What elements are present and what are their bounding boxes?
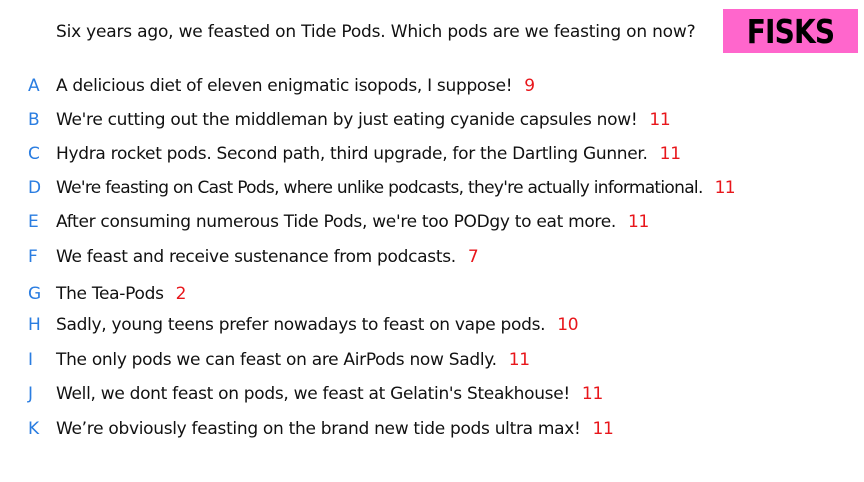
answer-letter: A bbox=[28, 76, 40, 96]
answer-text: We feast and receive sustenance from pod… bbox=[56, 247, 456, 267]
answer-letter: I bbox=[28, 350, 33, 370]
answer-text: We're cutting out the middleman by just … bbox=[56, 110, 638, 130]
fisks-logo: FISKS bbox=[723, 9, 858, 53]
answer-letter: B bbox=[28, 110, 40, 130]
answer-letter: E bbox=[28, 212, 39, 232]
answer-text: A delicious diet of eleven enigmatic iso… bbox=[56, 76, 513, 96]
answer-score: 11 bbox=[592, 419, 614, 439]
answer-score: 11 bbox=[714, 178, 736, 198]
answer-score: 11 bbox=[581, 384, 603, 404]
answer-letter: D bbox=[28, 178, 41, 198]
answer-score: 11 bbox=[628, 212, 650, 232]
answer-score: 11 bbox=[659, 144, 681, 164]
answer-letter: C bbox=[28, 144, 40, 164]
answer-text: Well, we dont feast on pods, we feast at… bbox=[56, 384, 570, 404]
answer-letter: J bbox=[28, 384, 33, 404]
answer-text: We're feasting on Cast Pods, where unlik… bbox=[56, 178, 703, 198]
answer-text: We’re obviously feasting on the brand ne… bbox=[56, 419, 581, 439]
answer-text: The only pods we can feast on are AirPod… bbox=[56, 350, 497, 370]
answer-score: 11 bbox=[508, 350, 530, 370]
logo-text: FISKS bbox=[746, 11, 835, 51]
answer-letter: K bbox=[28, 419, 39, 439]
answer-score: 2 bbox=[175, 284, 187, 304]
answer-score: 7 bbox=[467, 247, 479, 267]
answer-letter: H bbox=[28, 315, 41, 335]
answer-text: Sadly, young teens prefer nowadays to fe… bbox=[56, 315, 546, 335]
answer-score: 10 bbox=[557, 315, 579, 335]
answer-score: 9 bbox=[524, 76, 535, 96]
answer-text: After consuming numerous Tide Pods, we'r… bbox=[56, 212, 617, 232]
answer-letter: F bbox=[28, 247, 38, 267]
answer-score: 11 bbox=[649, 110, 671, 130]
answer-letter: G bbox=[28, 284, 41, 304]
answer-text: Hydra rocket pods. Second path, third up… bbox=[56, 144, 648, 164]
question-text: Six years ago, we feasted on Tide Pods. … bbox=[56, 22, 696, 42]
answer-text: The Tea-Pods bbox=[56, 284, 164, 304]
